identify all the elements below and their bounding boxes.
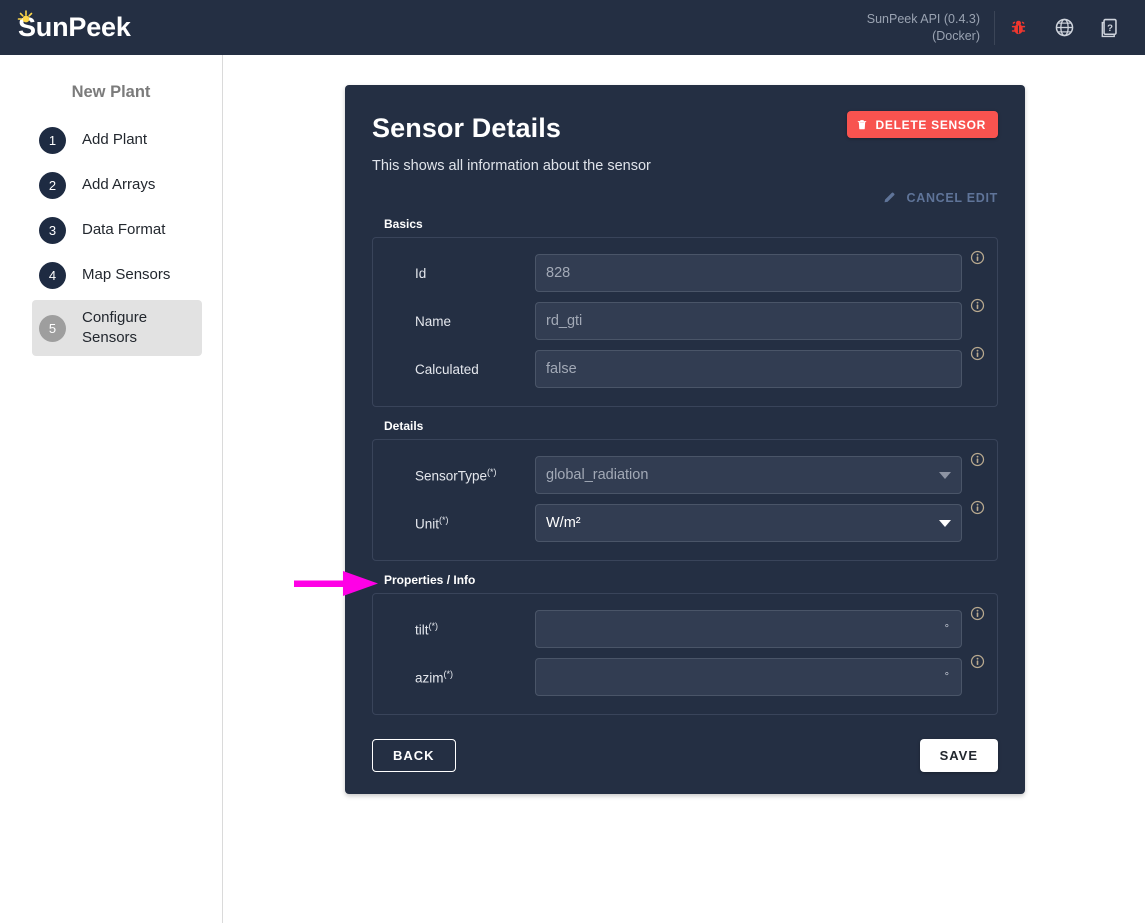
cancel-edit-label: CANCEL EDIT xyxy=(906,190,998,205)
section-label-basics: Basics xyxy=(384,217,423,231)
back-button[interactable]: BACK xyxy=(372,739,456,772)
sidebar-item-configure-sensors[interactable]: 5 Configure Sensors xyxy=(32,300,202,356)
info-icon[interactable] xyxy=(970,606,985,621)
sidebar-item-label: Configure Sensors xyxy=(82,309,148,346)
field-label-id: Id xyxy=(415,265,427,281)
info-icon[interactable] xyxy=(970,298,985,313)
step-badge: 1 xyxy=(39,126,66,154)
field-row-sensortype: SensorType(*) global_radiation xyxy=(385,452,985,494)
field-label-unit-text: Unit xyxy=(415,516,440,532)
sidebar-item-add-arrays[interactable]: 2 Add Arrays xyxy=(32,165,202,205)
required-marker: (*) xyxy=(439,514,449,525)
required-marker: (*) xyxy=(443,668,454,679)
degree-unit-suffix: ° xyxy=(944,671,949,683)
basics-fieldset: Id 828 Name rd_gti Calculated false xyxy=(372,237,998,407)
field-label-azim: azim(*) xyxy=(385,669,535,686)
field-row-tilt: tilt(*) ° xyxy=(385,606,985,648)
card-footer: BACK SAVE xyxy=(372,739,998,772)
step-badge: 3 xyxy=(39,216,66,244)
field-row-id: Id 828 xyxy=(385,250,985,292)
page-subtitle: This shows all information about the sen… xyxy=(372,158,651,174)
api-version-line1: SunPeek API (0.4.3) xyxy=(866,11,980,26)
chevron-down-icon xyxy=(939,471,951,479)
calculated-input[interactable]: false xyxy=(535,350,962,388)
tilt-input[interactable]: ° xyxy=(535,610,962,648)
sensor-details-card: DELETE SENSOR Sensor Details This shows … xyxy=(345,85,1025,794)
save-button[interactable]: SAVE xyxy=(919,739,998,772)
step-badge: 2 xyxy=(39,171,66,199)
help-docs-icon: ? xyxy=(1101,18,1117,37)
field-label-name: Name xyxy=(415,313,452,329)
sidebar-item-add-plant[interactable]: 1 Add Plant xyxy=(32,120,202,160)
degree-unit-suffix: ° xyxy=(944,623,949,635)
sensortype-value: global_radiation xyxy=(546,467,649,483)
name-value: rd_gti xyxy=(546,313,583,329)
section-label-details: Details xyxy=(384,419,424,433)
unit-select[interactable]: W/m² xyxy=(535,504,962,542)
sidebar-item-map-sensors[interactable]: 4 Map Sensors xyxy=(32,255,202,295)
field-row-name: Name rd_gti xyxy=(385,298,985,340)
field-label-azim-text: azim xyxy=(415,670,444,686)
field-row-calculated: Calculated false xyxy=(385,346,985,388)
api-version-label: SunPeek API (0.4.3) (Docker) xyxy=(867,11,994,45)
field-label-sensortype: SensorType(*) xyxy=(385,467,535,484)
language-button[interactable] xyxy=(1041,0,1087,55)
api-version-line2: (Docker) xyxy=(932,28,980,43)
globe-icon xyxy=(1055,18,1073,37)
step-badge: 5 xyxy=(39,314,66,342)
properties-fieldset: tilt(*) ° azim(*) ° xyxy=(372,593,998,715)
trash-icon xyxy=(857,120,866,130)
info-icon[interactable] xyxy=(970,500,985,515)
field-row-azim: azim(*) ° xyxy=(385,654,985,696)
cancel-edit-button[interactable]: CANCEL EDIT xyxy=(372,190,998,205)
top-bar-right: SunPeek API (0.4.3) (Docker) ? xyxy=(867,0,1133,55)
bug-report-button[interactable] xyxy=(995,0,1041,55)
sun-icon xyxy=(17,10,33,23)
main-content: DELETE SENSOR Sensor Details This shows … xyxy=(224,55,1145,923)
sidebar-item-label: Map Sensors xyxy=(82,266,171,283)
svg-text:?: ? xyxy=(1107,22,1113,33)
bug-icon xyxy=(1011,20,1025,35)
field-row-unit: Unit(*) W/m² xyxy=(385,500,985,542)
help-button[interactable]: ? xyxy=(1087,0,1133,55)
pencil-icon xyxy=(884,192,895,203)
sidebar-item-label: Data Format xyxy=(82,221,166,238)
field-label-unit: Unit(*) xyxy=(385,515,535,532)
required-marker: (*) xyxy=(487,466,497,477)
id-input[interactable]: 828 xyxy=(535,254,962,292)
id-value: 828 xyxy=(546,265,571,281)
step-badge: 4 xyxy=(39,261,66,289)
field-label-calculated: Calculated xyxy=(415,361,479,377)
sensortype-select[interactable]: global_radiation xyxy=(535,456,962,494)
field-label-sensortype-text: SensorType xyxy=(415,468,488,484)
sidebar-item-label: Add Plant xyxy=(82,131,148,148)
sidebar-title: New Plant xyxy=(71,83,151,101)
sidebar-item-data-format[interactable]: 3 Data Format xyxy=(32,210,202,250)
info-icon[interactable] xyxy=(970,452,985,467)
top-bar: SunPeek SunPeek API (0.4.3) (Docker) ? xyxy=(0,0,1145,55)
info-icon[interactable] xyxy=(970,346,985,361)
azim-input[interactable]: ° xyxy=(535,658,962,696)
calculated-value: false xyxy=(546,361,577,377)
name-input[interactable]: rd_gti xyxy=(535,302,962,340)
unit-value: W/m² xyxy=(546,515,581,531)
section-label-properties-info: Properties / Info xyxy=(384,573,476,587)
info-icon[interactable] xyxy=(970,250,985,265)
sidebar: New Plant 1 Add Plant 2 Add Arrays 3 Dat… xyxy=(0,55,223,923)
delete-sensor-label: DELETE SENSOR xyxy=(875,117,986,132)
info-icon[interactable] xyxy=(970,654,985,669)
chevron-down-icon xyxy=(939,519,951,527)
app-logo[interactable]: SunPeek xyxy=(16,10,131,43)
required-marker: (*) xyxy=(428,620,439,631)
field-label-tilt-text: tilt xyxy=(415,622,429,638)
details-fieldset: SensorType(*) global_radiation Unit(*) W… xyxy=(372,439,998,561)
field-label-tilt: tilt(*) xyxy=(385,621,535,638)
delete-sensor-button[interactable]: DELETE SENSOR xyxy=(846,111,998,138)
sidebar-item-label: Add Arrays xyxy=(82,176,156,193)
